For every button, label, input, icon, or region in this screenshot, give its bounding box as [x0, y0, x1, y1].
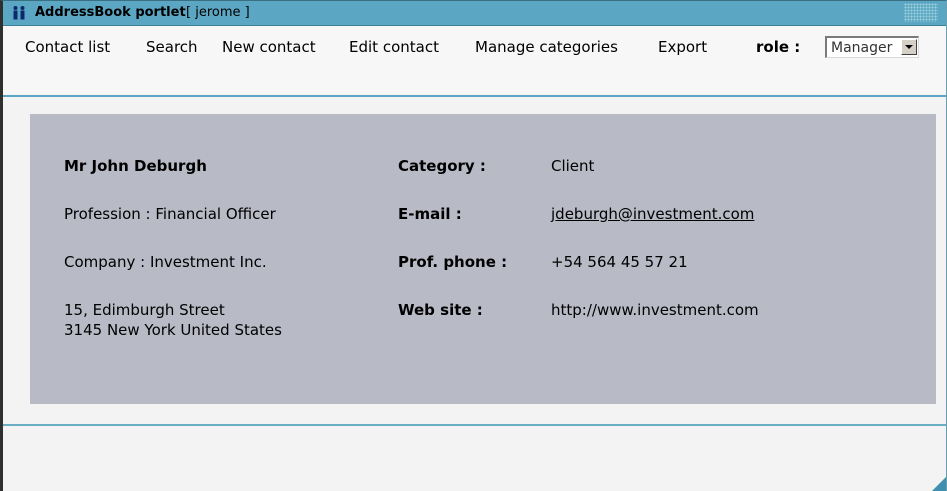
menu-divider	[3, 95, 946, 97]
portlet-titlebar: AddressBook portlet [ jerome ]	[3, 1, 946, 26]
drag-grip-icon[interactable]	[904, 3, 938, 22]
chevron-down-icon[interactable]	[901, 39, 917, 55]
resize-corner-icon[interactable]	[932, 477, 946, 491]
email-label: E-mail :	[398, 205, 462, 223]
website-label: Web site :	[398, 301, 483, 319]
portlet-footer	[3, 426, 946, 491]
email-link[interactable]: jdeburgh@investment.com	[551, 204, 754, 224]
menu-manage-categories[interactable]: Manage categories	[475, 37, 618, 57]
portlet-title: AddressBook portlet	[35, 5, 186, 20]
website-value: http://www.investment.com	[551, 301, 759, 319]
contact-name: Mr John Deburgh	[64, 157, 207, 175]
contact-company: Company : Investment Inc.	[64, 253, 267, 271]
phone-value: +54 564 45 57 21	[551, 253, 688, 271]
current-user: [ jerome ]	[186, 5, 250, 20]
role-select-value: Manager	[831, 40, 893, 56]
menu-contact-list[interactable]: Contact list	[25, 37, 110, 57]
contact-address-line1: 15, Edimburgh Street	[64, 301, 225, 319]
contact-detail-panel: Mr John Deburgh Profession : Financial O…	[30, 114, 936, 404]
category-label: Category :	[398, 157, 486, 175]
menu-edit-contact[interactable]: Edit contact	[349, 37, 439, 57]
people-icon	[13, 6, 25, 20]
menu-export[interactable]: Export	[658, 37, 707, 57]
contact-address-line2: 3145 New York United States	[64, 321, 282, 339]
category-value: Client	[551, 157, 595, 175]
addressbook-portlet: AddressBook portlet [ jerome ] Contact l…	[0, 0, 947, 491]
menu-search[interactable]: Search	[146, 37, 198, 57]
menu-new-contact[interactable]: New contact	[222, 37, 316, 57]
contact-profession: Profession : Financial Officer	[64, 205, 276, 223]
phone-label: Prof. phone :	[398, 253, 508, 271]
role-select[interactable]: Manager	[825, 36, 919, 58]
role-label: role :	[756, 38, 801, 56]
